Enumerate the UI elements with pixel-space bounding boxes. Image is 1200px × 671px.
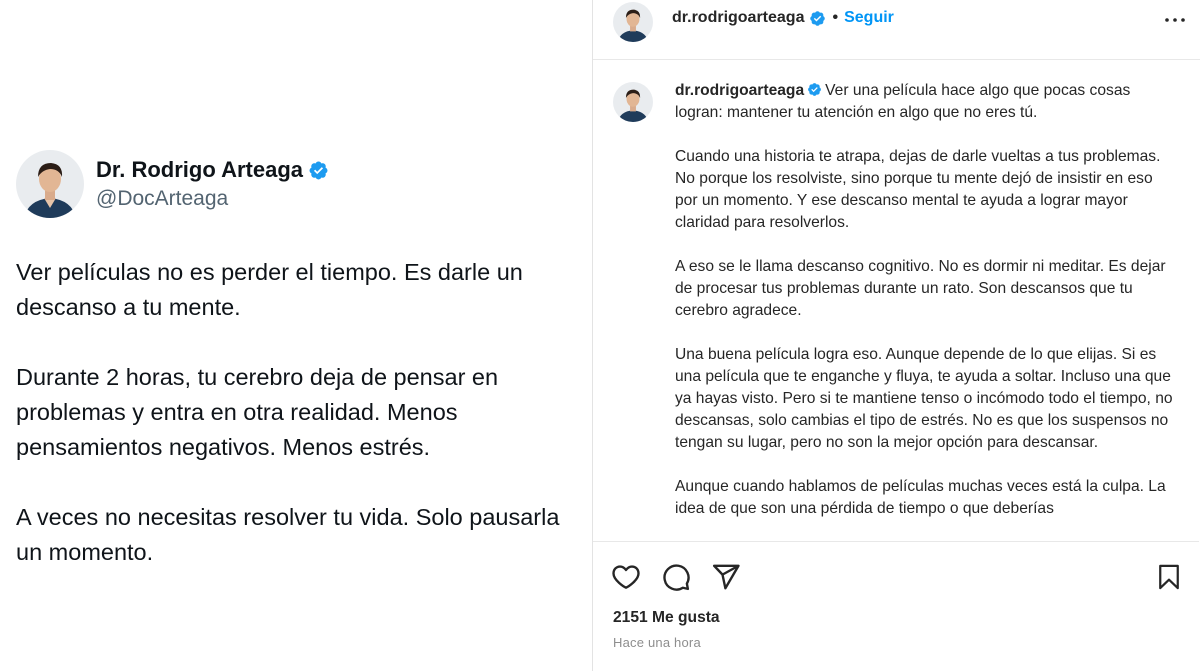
caption-paragraph: Cuando una historia te atrapa, dejas de …: [675, 148, 1161, 231]
post-header-avatar[interactable]: [613, 2, 653, 42]
instagram-post: dr.rodrigoarteaga • Seguir dr.rodrigoart…: [592, 0, 1200, 671]
tweet-header: Dr. Rodrigo Arteaga @DocArteaga: [16, 150, 329, 218]
post-caption: dr.rodrigoarteaga Ver una película hace a…: [593, 61, 1199, 541]
post-header-user: dr.rodrigoarteaga • Seguir: [672, 9, 894, 27]
tweet-paragraph: A veces no necesitas resolver tu vida. S…: [16, 504, 560, 565]
tweet-name-row: Dr. Rodrigo Arteaga: [96, 156, 329, 184]
tweet-paragraph: Ver películas no es perder el tiempo. Es…: [16, 259, 523, 320]
caption-avatar[interactable]: [613, 82, 653, 122]
caption-paragraph: A eso se le llama descanso cognitivo. No…: [675, 258, 1166, 319]
caption-paragraph: Una buena película logra eso. Aunque dep…: [675, 346, 1173, 451]
tweet-avatar[interactable]: [16, 150, 84, 218]
comment-icon[interactable]: [661, 562, 691, 592]
tweet-card: Dr. Rodrigo Arteaga @DocArteaga Ver pelí…: [0, 0, 592, 671]
verified-badge-icon: [309, 161, 328, 179]
post-footer: 2151 Me gusta Hace una hora: [593, 541, 1199, 671]
tweet-text: Ver películas no es perder el tiempo. Es…: [16, 255, 576, 605]
post-timestamp[interactable]: Hace una hora: [613, 635, 701, 650]
post-username[interactable]: dr.rodrigoarteaga: [672, 9, 804, 27]
caption-username[interactable]: dr.rodrigoarteaga: [675, 82, 804, 99]
caption-text: dr.rodrigoarteaga Ver una película hace a…: [675, 80, 1175, 541]
verified-badge-icon: [808, 83, 822, 96]
caption-paragraph: dr.rodrigoarteaga Ver una película hace a…: [675, 80, 1175, 124]
separator-dot: •: [832, 9, 839, 26]
action-bar: [611, 562, 761, 592]
more-options-icon[interactable]: [1163, 8, 1187, 32]
bookmark-icon[interactable]: [1155, 562, 1183, 592]
heart-icon[interactable]: [611, 562, 641, 592]
tweet-display-name[interactable]: Dr. Rodrigo Arteaga: [96, 156, 303, 184]
likes-count[interactable]: 2151 Me gusta: [613, 609, 720, 627]
tweet-names: Dr. Rodrigo Arteaga @DocArteaga: [96, 156, 329, 212]
tweet-paragraph: Durante 2 horas, tu cerebro deja de pens…: [16, 364, 499, 460]
caption-paragraph: Aunque cuando hablamos de películas much…: [675, 478, 1166, 517]
follow-button[interactable]: Seguir: [844, 9, 894, 27]
tweet-handle[interactable]: @DocArteaga: [96, 185, 329, 212]
verified-badge-icon: [810, 10, 826, 26]
share-icon[interactable]: [711, 562, 741, 592]
post-header: dr.rodrigoarteaga • Seguir: [593, 0, 1200, 60]
